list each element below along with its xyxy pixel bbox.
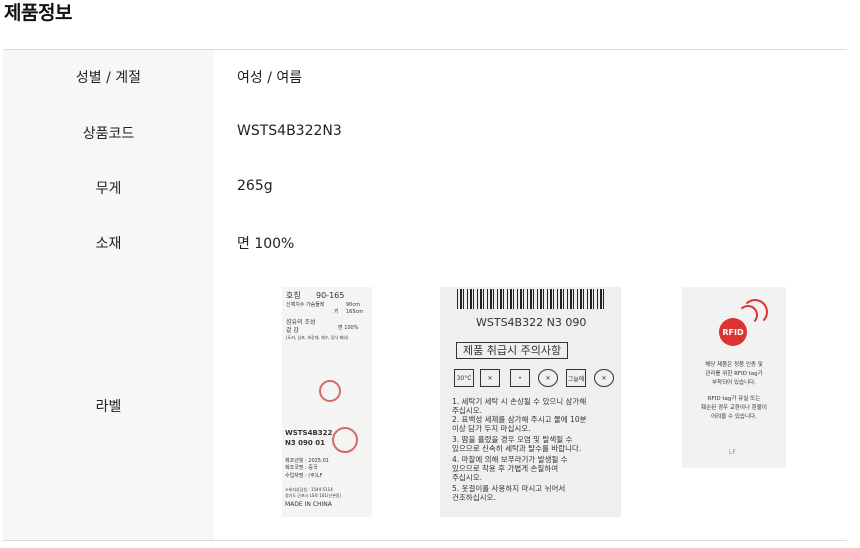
row-label-material: 소재 (95, 236, 122, 252)
inspection-stamp-icon (319, 380, 341, 402)
row-value-product-code: WSTS4B322N3 (237, 123, 342, 139)
care-line: 건조하십시오. (452, 493, 496, 502)
composition-title: 섬유의 조성 (286, 319, 316, 326)
barcode-icon (457, 289, 607, 309)
rfid-tag-image: RFID 해당 제품은 정품 인증 및 관리를 위한 RFID tag가 부착되… (682, 287, 786, 468)
rfid-text: RFID tag가 유실 또는 (707, 396, 761, 402)
row-label-product-code: 상품코드 (82, 126, 135, 142)
care-line: 3. 땀을 흘렸을 경우 오염 및 탈색될 수 (452, 435, 573, 444)
care-line: 이상 담가 두지 마십시오. (452, 424, 531, 433)
made-date: 제조년월 : 2025.01 (285, 458, 329, 464)
height-label: 키 (334, 309, 339, 315)
row-value-material: 면 100% (237, 236, 295, 252)
care-line: 있으므로 신속히 세탁과 탈수를 바랍니다. (452, 444, 582, 453)
body-size-line: 신체치수 가슴둘레 (286, 302, 325, 308)
care-line: 1. 세탁기 세탁 시 손상될 수 있으니 삼가해 (452, 397, 587, 406)
care-line: 있으므로 착용 후 가볍게 손질하여 (452, 464, 559, 473)
made-country: 제조국명 : 중국 (285, 465, 318, 471)
no-bleach-icon: ✕ (480, 369, 500, 387)
cs-phone: 소비자상담실 : 1544-5114 (285, 487, 333, 492)
care-line: 5. 옷걸이를 사용하지 마시고 뉘어서 (452, 484, 566, 493)
shade-dry-icon: 그늘에 (566, 369, 586, 387)
importer: 수입자명 : (주)LF (285, 473, 323, 479)
kc-stamp-icon (332, 427, 358, 453)
size-value: 90-165 (316, 291, 345, 300)
care-tag-title: 제품 취급시 주의사항 (456, 342, 569, 359)
care-tag-image: WSTS4B322 N3 090 제품 취급시 주의사항 30°C ✕ • ✕ … (440, 287, 621, 517)
composition-item: 겉 감 (286, 327, 299, 334)
brand-logo: LF (729, 449, 736, 456)
tag-product-code-2: N3 090 01 (285, 439, 325, 447)
tag-product-code: WSTS4B322 (285, 429, 333, 437)
care-tag-code: WSTS4B322 N3 090 (476, 316, 587, 329)
no-dryclean-icon: ✕ (538, 369, 558, 387)
rfid-text: 관리를 위한 RFID tag가 (705, 371, 763, 377)
height-size: 165cm (346, 309, 364, 315)
page-title: 제품정보 (4, 2, 72, 24)
row-label-label: 라벨 (95, 399, 122, 415)
no-tumble-icon: ✕ (594, 369, 614, 387)
address: 경기도 군포시 LS로 161(산본동) (285, 493, 342, 498)
composition-value: 면 100% (338, 325, 359, 331)
chest-size: 90cm (346, 302, 360, 308)
row-label-weight: 무게 (95, 181, 122, 197)
table-bottom-divider (3, 540, 847, 541)
composition-note: (도커, 심포, 보강재, 재수, 장식 제외) (286, 335, 349, 340)
row-label-gender-season: 성별 / 계절 (75, 70, 142, 86)
signal-arc-icon (742, 299, 768, 325)
size-label: 호칭 (286, 291, 301, 300)
care-line: 4. 마찰에 의해 보푸라기가 발생될 수 (452, 455, 568, 464)
origin: MADE IN CHINA (285, 501, 332, 508)
size-tag-image: 호칭 90-165 신체치수 가슴둘레 90cm 키 165cm 섬유의 조성 … (282, 287, 372, 517)
rfid-text: 해당 제품은 정품 인증 및 (705, 362, 763, 368)
row-value-gender-season: 여성 / 여름 (237, 70, 303, 86)
row-value-weight: 265g (237, 178, 273, 194)
care-line: 주십시오. (452, 406, 482, 415)
iron-icon: • (510, 369, 530, 387)
rfid-badge: RFID (719, 318, 747, 346)
care-line: 주십시오. (452, 473, 482, 482)
hand-wash-icon: 30°C (454, 369, 474, 387)
care-line: 2. 표백성 세제를 삼가해 주시고 물에 10분 (452, 415, 587, 424)
rfid-text: 훼손된 경우 교환이나 환불이 (701, 405, 767, 411)
rfid-text: 부착되어 있습니다. (712, 380, 756, 386)
rfid-text: 어려울 수 있습니다. (711, 414, 757, 420)
